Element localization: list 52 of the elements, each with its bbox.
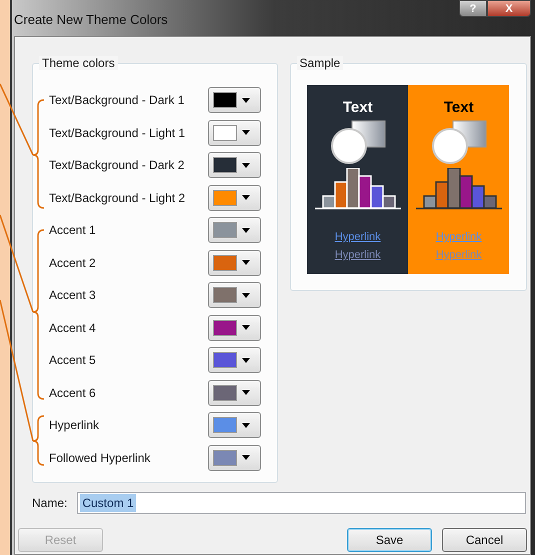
caret-icon (242, 358, 250, 363)
caret-icon (242, 98, 250, 103)
color-label: Accent 5 (49, 352, 96, 370)
color-label: Text/Background - Light 1 (49, 124, 186, 142)
caret-icon (242, 130, 250, 136)
color-picker-button[interactable] (208, 282, 261, 308)
caret-icon (242, 195, 250, 200)
dialog-button[interactable]: Cancel (442, 528, 527, 552)
color-label: Followed Hyperlink (49, 450, 150, 467)
caret-icon (242, 422, 250, 428)
sample-heading: Text (342, 99, 373, 117)
caret-icon (242, 260, 250, 266)
name-field[interactable]: Custom 1 (77, 492, 526, 514)
color-label: Accent 3 (49, 287, 96, 304)
color-picker-button[interactable] (208, 314, 261, 341)
color-label: Accent 1 (49, 222, 96, 240)
group-title: Theme colors (39, 56, 118, 70)
name-label: Name: (32, 495, 68, 512)
color-label: Accent 2 (49, 254, 96, 272)
color-picker-button[interactable] (208, 120, 261, 146)
color-label: Accent 4 (49, 320, 96, 337)
group-title: Sample (296, 56, 344, 70)
shapes-drawing (430, 120, 487, 164)
color-label: Text/Background - Light 2 (49, 190, 186, 207)
color-picker-button[interactable] (208, 184, 261, 211)
caret-icon (242, 455, 250, 460)
sample-heading: Text (444, 99, 474, 117)
color-label: Hyperlink (49, 417, 100, 434)
caret-icon (242, 325, 250, 330)
color-label: Text/Background - Dark 1 (49, 92, 184, 110)
close-button[interactable]: X (487, 0, 531, 17)
color-picker-button[interactable] (208, 347, 261, 374)
sample-hyperlink[interactable]: Hyperlink (334, 246, 381, 264)
caret-icon (242, 292, 250, 298)
color-label: Text/Background - Dark 2 (49, 157, 184, 174)
sample-hyperlink[interactable]: Hyperlink (334, 228, 381, 246)
window-title: Create New Theme Colors (14, 11, 168, 29)
dialog-button[interactable]: Save (347, 528, 432, 552)
color-picker-button[interactable] (208, 217, 261, 244)
color-picker-button[interactable] (208, 87, 261, 114)
help-button[interactable]: ? (459, 0, 487, 17)
caret-icon (242, 228, 250, 233)
caret-icon (242, 390, 250, 396)
name-value: Custom 1 (80, 494, 136, 512)
color-picker-button[interactable] (208, 412, 261, 438)
color-picker-button[interactable] (208, 380, 261, 406)
caret-icon (242, 162, 250, 168)
color-label: Accent 6 (49, 384, 96, 402)
color-picker-button[interactable] (208, 250, 261, 276)
color-picker-button[interactable] (208, 444, 261, 471)
color-picker-button[interactable] (208, 152, 261, 178)
shapes-drawing (330, 120, 386, 164)
